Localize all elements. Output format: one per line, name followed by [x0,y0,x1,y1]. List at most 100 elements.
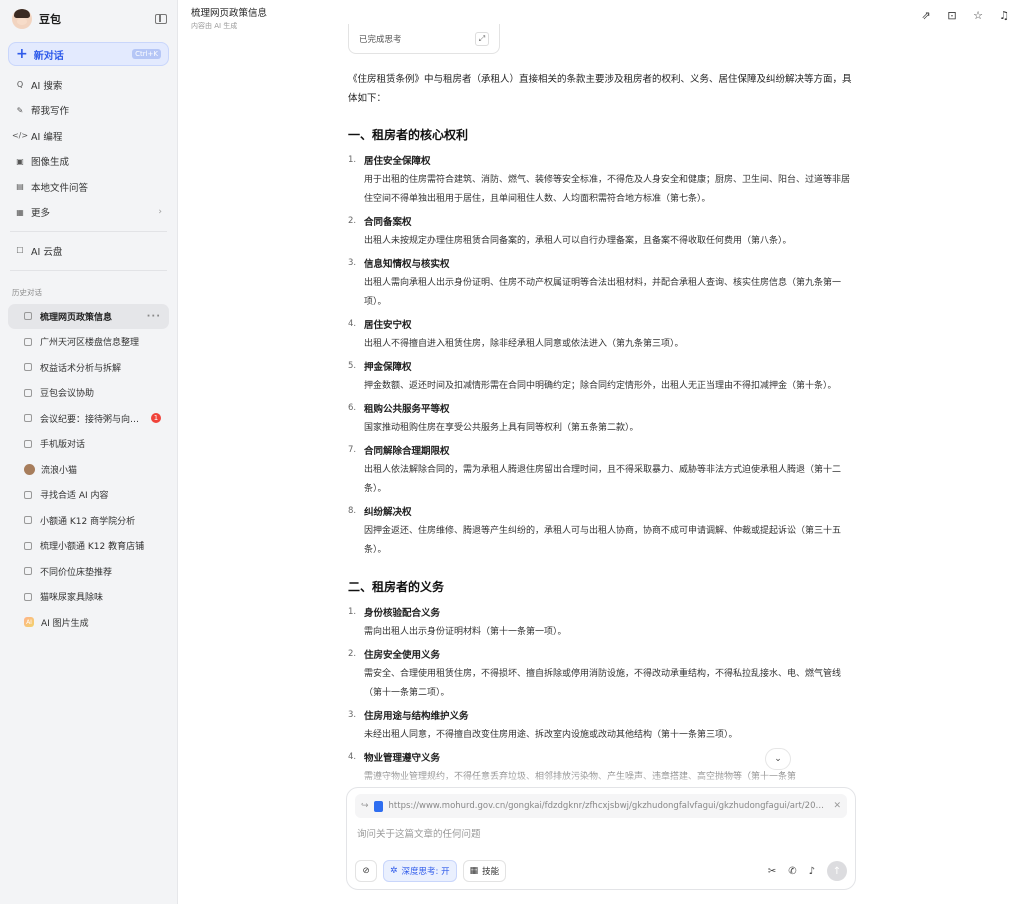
answer-content: 已完成思考 ⤢ 《住房租赁条例》中与租房者（承租人）直接相关的条款主要涉及租房者… [348,24,858,792]
sections: 一、租房者的核心权利 1. 居住安全保障权 用于出租的住房需符合建筑、消防、燃气、装修… [348,126,858,787]
item-number: 6. [348,403,357,413]
sidebar-item-label: AI 搜索 [31,80,63,92]
grid-icon: ▦ [469,866,479,876]
shortcut-badge: Ctrl+K [132,49,161,59]
item-number: 1. [348,155,357,165]
sidebar-item-5[interactable]: ▦ 更多 › [0,200,177,226]
image-gen-icon: AI [24,617,34,628]
close-icon[interactable]: ✕ [833,801,841,811]
item-description: 出租人不得擅自进入租赁住房，除非经承租人同意或依法进入（第九条第三项）。 [364,339,684,349]
list-item: 1. 身份核验配合义务 需向出租人出示身份证明材料（第十一条第一项）。 [348,605,858,642]
item-description: 未经出租人同意，不得擅自改变住房用途、拆改室内设施或改动其他结构（第十一条第三项… [364,730,738,740]
history-label: 豆包会议协助 [40,389,95,400]
share-icon[interactable]: ⇗ [920,10,932,22]
item-description: 国家推动租购住房在享受公共服务上具有同等权利（第五条第二款）。 [364,423,639,433]
attach-button[interactable]: ⊘ [355,860,377,882]
sidebar-toggle-icon[interactable] [155,14,167,24]
sidebar-item-label: AI 云盘 [31,246,63,258]
sidebar-item-0[interactable]: Q AI 搜索 [0,72,177,98]
thinking-card[interactable]: 已完成思考 ⤢ [348,24,500,54]
url-chip[interactable]: ↪ https://www.mohurd.gov.cn/gongkai/fdzd… [355,794,847,818]
chat-icon [24,490,32,499]
history-item[interactable]: 寻找合适 AI 内容 [8,482,169,508]
sidebar-item-1[interactable]: ✎ 帮我写作 [0,98,177,124]
sidebar-header: 豆包 [0,0,177,38]
history-item[interactable]: AI AI 图片生成 [8,610,169,636]
history-item[interactable]: 梳理网页政策信息 ··· [8,303,169,329]
chat-icon [24,363,32,372]
sidebar-item-4[interactable]: ▤ 本地文件问答 [0,174,177,200]
intro-paragraph: 《住房租赁条例》中与租房者（承租人）直接相关的条款主要涉及租房者的权利、义务、居… [348,74,852,104]
plus-icon: + [16,46,28,62]
scissors-icon[interactable]: ✂ [768,866,776,877]
history-item[interactable]: 手机版对话 [8,431,169,457]
paperclip-icon: ⊘ [362,866,370,876]
item-number: 7. [348,445,357,455]
skills-button[interactable]: ▦ 技能 [462,860,507,882]
item-title: 身份核验配合义务 [364,608,441,619]
item-title: 居住安全保障权 [364,156,431,167]
microphone-icon[interactable]: ♪ [809,866,815,877]
history-label: 流浪小猫 [41,465,78,476]
new-chat-button[interactable]: + 新对话 Ctrl+K [8,42,169,66]
reference-arrow-icon: ↪ [361,801,369,811]
expand-icon[interactable]: ⤢ [475,31,489,46]
chat-icon [24,592,32,601]
list-item: 3. 住房用途与结构维护义务 未经出租人同意，不得擅自改变住房用途、拆改室内设施或改… [348,708,858,745]
sidebar-item-cloud[interactable]: ☐ AI 云盘 [0,238,177,264]
unread-badge: 1 [151,413,161,424]
ai-search-icon: Q [16,80,24,90]
sidebar-item-label: 帮我写作 [31,106,70,118]
message-input[interactable]: 询问关于这篇文章的任何问题 [347,818,855,848]
section-heading: 一、租房者的核心权利 [348,128,469,142]
more-grid-icon: ▦ [16,207,24,217]
sidebar-item-label: 更多 [31,208,51,220]
code-icon: </> [11,131,29,141]
item-body: 住房用途与结构维护义务未经出租人同意，不得擅自改变住房用途、拆改室内设施或改动其… [364,708,858,745]
history-item[interactable]: 小额通 K12 商学院分析 [8,508,169,534]
history-label: 梳理小额通 K12 教育店铺 [40,542,145,553]
history-item[interactable]: 豆包会议协助 [8,380,169,406]
item-body: 居住安宁权 出租人不得擅自进入租赁住房，除非经承租人同意或依法进入（第九条第三项）… [364,317,858,354]
history-item[interactable]: 广州天河区楼盘信息整理 [8,329,169,355]
item-number: 2. [348,649,357,659]
item-description: 押金数额、返还时间及扣减情形需在合同中明确约定；除合同约定情形外，出租人无正当理… [364,381,837,391]
section-heading: 二、租房者的义务 [348,580,445,594]
history-item[interactable]: 梳理小额通 K12 教育店铺 [8,533,169,559]
save-icon[interactable]: ⊡ [946,10,958,22]
history-title: 历史对话 [12,287,42,297]
history-item[interactable]: 不同价位床垫推荐 [8,559,169,585]
history-item[interactable]: 流浪小猫 [8,457,169,483]
avatar[interactable] [12,9,32,29]
cloud-drive-icon: ☐ [16,246,24,256]
item-description: 需安全、合理使用租赁住房，不得损坏、擅自拆除或停用消防设施，不得改动承重结构，不… [364,669,842,698]
app-name: 豆包 [39,13,61,26]
item-description: 出租人未按规定办理住房租赁合同备案的，承租人可以自行办理备案，且备案不得收取任何… [364,236,792,246]
item-body: 住房安全使用义务 需安全、合理使用租赁住房，不得损坏、擅自拆除或停用消防设施，不得… [364,647,858,703]
notification-icon[interactable]: ♫ [998,10,1010,22]
history-item[interactable]: 猫咪尿家具除味 [8,584,169,610]
item-title: 租购公共服务平等权 [364,404,450,415]
skills-label: 技能 [482,867,500,877]
more-icon[interactable]: ··· [147,311,161,322]
item-title: 合同备案权 [364,217,412,228]
scroll-down-button[interactable]: ⌄ [765,748,791,770]
item-title: 住房用途与结构维护义务 [364,711,469,722]
chat-icon [24,337,32,346]
sidebar-item-3[interactable]: ▣ 图像生成 [0,149,177,175]
sidebar-item-2[interactable]: </> AI 编程 [0,123,177,149]
chevron-down-icon: ⌄ [774,754,782,764]
item-body: 纠纷解决权 因押金返还、住房维修、腾退等产生纠纷的，承租人可与出租人协商，协商不成… [364,504,858,560]
history-item[interactable]: 权益话术分析与拆解 [8,355,169,381]
cat-avatar-icon [24,463,35,475]
send-button[interactable]: ↑ [827,861,847,881]
phone-icon[interactable]: ✆ [788,866,796,877]
chat-icon [24,516,32,525]
history-item[interactable]: 会议纪要：接待粥与向问题... 1 [8,406,169,432]
deep-think-toggle[interactable]: ✲ 深度思考: 开 [383,860,457,882]
star-icon[interactable]: ☆ [972,10,984,22]
chat-icon [24,541,32,550]
sidebar-item-label: AI 编程 [31,131,63,143]
atom-icon: ✲ [390,866,398,876]
file-qa-icon: ▤ [16,182,24,192]
